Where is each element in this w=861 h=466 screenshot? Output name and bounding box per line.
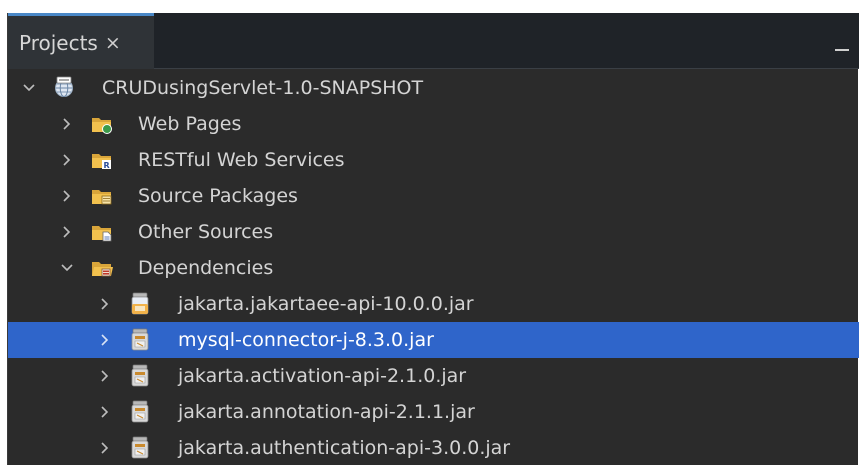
tree-node-label: RESTful Web Services [138, 149, 345, 171]
jar-icon [129, 292, 151, 315]
chevron-down-icon[interactable] [22, 81, 36, 95]
tree-node-jar-label: jakarta.activation-api-2.1.0.jar [178, 365, 467, 387]
tree-node-label: Web Pages [138, 113, 242, 135]
screenshot-frame: Projects × CRUDusingServlet-1.0-SNAPSHOT… [0, 0, 861, 465]
chevron-right-icon[interactable] [98, 297, 112, 311]
tree-node-label: Source Packages [138, 185, 298, 207]
tree-node-jar[interactable]: jakarta.jakartaee-api-10.0.0.jar [8, 286, 859, 322]
chevron-right-icon[interactable] [60, 225, 74, 239]
tree-node-jar-selected[interactable]: mysql-connector-j-8.3.0.jar [8, 322, 859, 358]
tree-node-other-sources[interactable]: Other Sources [8, 214, 859, 250]
folder-web-icon [91, 113, 113, 135]
tree-node-jar[interactable]: jakarta.authentication-api-3.0.0.jar [8, 430, 859, 466]
tree-node-jar-label: jakarta.authentication-api-3.0.0.jar [178, 437, 511, 459]
jar-icon [129, 328, 151, 351]
tree-node-restful-web-services[interactable]: R RESTful Web Services [8, 142, 859, 178]
folder-other-icon [91, 221, 113, 243]
tree-node-jar-label: jakarta.jakartaee-api-10.0.0.jar [178, 293, 474, 315]
tree-node-jar[interactable]: jakarta.activation-api-2.1.0.jar [8, 358, 859, 394]
chevron-right-icon[interactable] [60, 153, 74, 167]
folder-rest-icon: R [91, 149, 113, 171]
tree-node-jar-label: jakarta.annotation-api-2.1.1.jar [178, 401, 475, 423]
jar-icon [129, 400, 151, 423]
svg-text:R: R [104, 161, 110, 170]
chevron-right-icon[interactable] [60, 117, 74, 131]
chevron-right-icon[interactable] [98, 369, 112, 383]
tab-projects[interactable]: Projects × [8, 13, 154, 69]
project-tree: CRUDusingServlet-1.0-SNAPSHOT Web Pages [8, 70, 859, 466]
tree-node-root-label: CRUDusingServlet-1.0-SNAPSHOT [102, 77, 424, 99]
minimize-icon[interactable] [833, 31, 851, 51]
chevron-right-icon[interactable] [98, 333, 112, 347]
chevron-right-icon[interactable] [60, 189, 74, 203]
tree-node-root[interactable]: CRUDusingServlet-1.0-SNAPSHOT [8, 70, 859, 106]
chevron-right-icon[interactable] [98, 441, 112, 455]
projects-panel: Projects × CRUDusingServlet-1.0-SNAPSHOT… [7, 13, 859, 466]
folder-dependencies-icon [91, 257, 113, 279]
jar-icon [129, 364, 151, 387]
tree-node-label: Dependencies [138, 257, 274, 279]
tab-projects-label: Projects [19, 30, 98, 55]
web-project-globe-icon [53, 76, 75, 98]
chevron-right-icon[interactable] [98, 405, 112, 419]
tree-node-dependencies[interactable]: Dependencies [8, 250, 859, 286]
tree-node-label: Other Sources [138, 221, 274, 243]
tree-node-source-packages[interactable]: Source Packages [8, 178, 859, 214]
tree-node-web-pages[interactable]: Web Pages [8, 106, 859, 142]
chevron-down-icon[interactable] [60, 261, 74, 275]
folder-package-icon [91, 185, 113, 207]
tree-node-jar[interactable]: jakarta.annotation-api-2.1.1.jar [8, 394, 859, 430]
tree-node-jar-label: mysql-connector-j-8.3.0.jar [178, 329, 434, 351]
close-icon[interactable]: × [105, 32, 121, 54]
jar-icon [129, 436, 151, 459]
tab-bar: Projects × [8, 13, 859, 69]
